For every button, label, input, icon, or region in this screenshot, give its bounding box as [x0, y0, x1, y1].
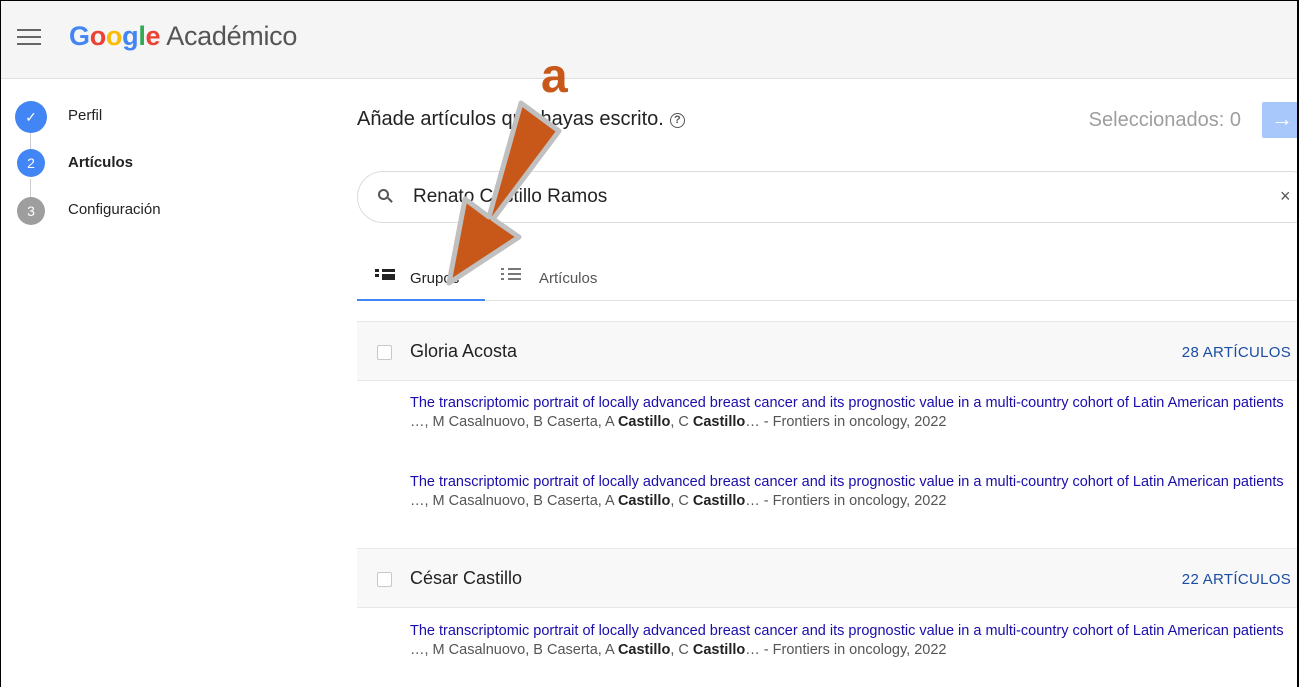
clear-icon[interactable]: × — [1280, 186, 1291, 207]
selected-count: Seleccionados: 0 — [1088, 109, 1241, 131]
group-checkbox[interactable] — [377, 572, 392, 587]
article-title[interactable]: The transcriptomic portrait of locally a… — [410, 473, 1297, 491]
annotation-arrow-icon — [446, 100, 562, 286]
article-title[interactable]: The transcriptomic portrait of locally a… — [410, 394, 1297, 412]
menu-icon[interactable] — [17, 29, 41, 45]
group-article-count[interactable]: 22 ARTÍCULOS — [1182, 571, 1291, 588]
step-label: Artículos — [68, 154, 134, 171]
logo-word: Google — [69, 21, 161, 51]
group-checkbox[interactable] — [377, 345, 392, 360]
article-meta: …, M Casalnuovo, B Caserta, A Castillo, … — [410, 642, 947, 658]
grouped-list-icon — [375, 268, 395, 282]
step-label: Configuración — [68, 201, 161, 218]
check-icon: ✓ — [15, 101, 47, 133]
step-number: 2 — [17, 149, 45, 177]
group-name: César Castillo — [410, 568, 523, 588]
article-meta: …, M Casalnuovo, B Caserta, A Castillo, … — [410, 493, 947, 509]
article-item: The transcriptomic portrait of locally a… — [410, 394, 1297, 432]
step-label: Perfil — [68, 107, 103, 124]
app-header: Google Académico — [1, 1, 1297, 79]
group-article-count[interactable]: 28 ARTÍCULOS — [1182, 344, 1291, 361]
logo-suffix: Académico — [166, 21, 298, 51]
article-item: The transcriptomic portrait of locally a… — [410, 622, 1297, 660]
step-connector — [30, 179, 31, 199]
search-icon — [378, 189, 393, 203]
page-frame: Google Académico ✓ Perfil 2 Artículos 3 C… — [0, 0, 1299, 687]
help-icon[interactable]: ? — [669, 113, 685, 128]
article-meta: …, M Casalnuovo, B Caserta, A Castillo, … — [410, 414, 947, 430]
logo[interactable]: Google Académico — [69, 21, 297, 52]
group-name: Gloria Acosta — [410, 341, 518, 361]
group-header: César Castillo 22 ARTÍCULOS — [357, 548, 1297, 608]
step-number: 3 — [17, 197, 45, 225]
article-title[interactable]: The transcriptomic portrait of locally a… — [410, 622, 1297, 640]
article-item: The transcriptomic portrait of locally a… — [410, 473, 1297, 511]
group-header: Gloria Acosta 28 ARTÍCULOS — [357, 321, 1297, 381]
next-button[interactable]: → — [1262, 102, 1297, 138]
